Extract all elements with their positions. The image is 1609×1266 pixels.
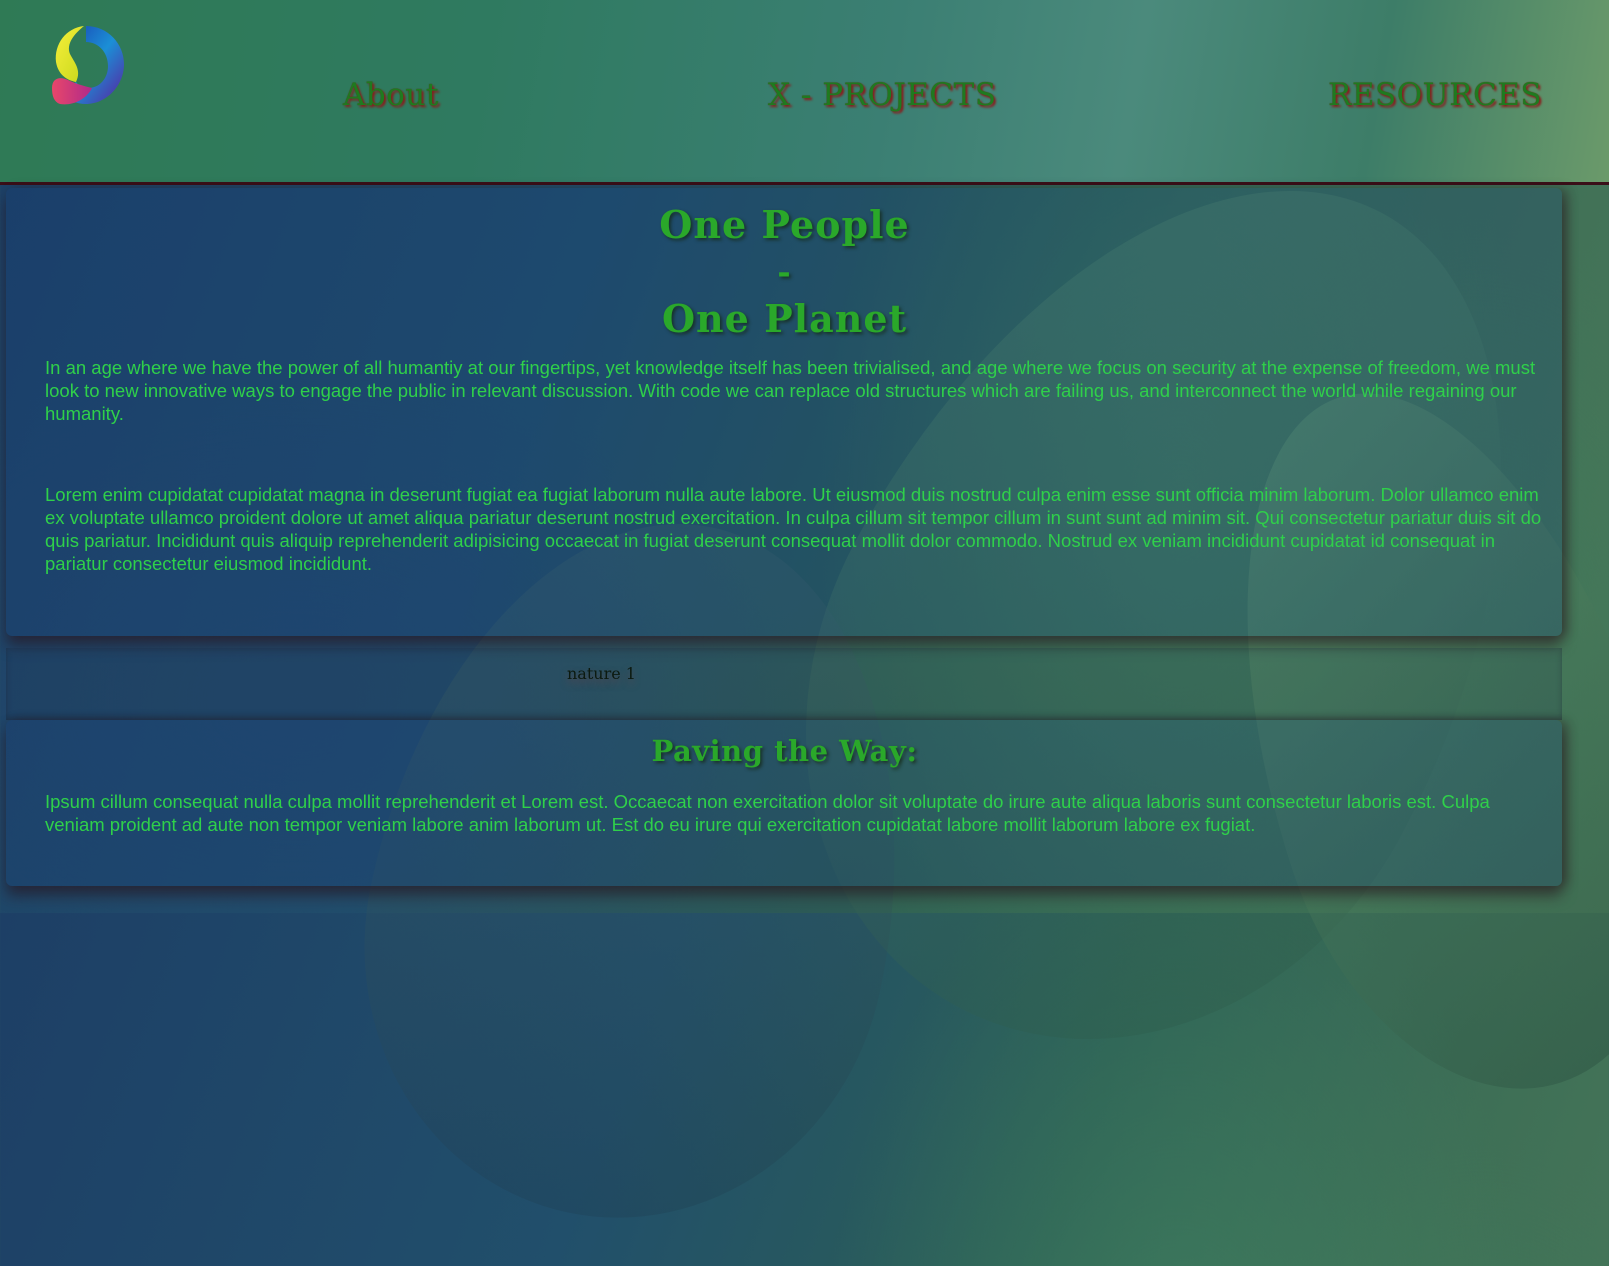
intro-paragraph: In an age where we have the power of all…: [45, 357, 1536, 424]
nav-resources[interactable]: RESOURCES: [1328, 77, 1542, 113]
paving-paragraph: Ipsum cillum consequat nulla culpa molli…: [45, 791, 1490, 835]
hero-title-line-1: One People: [659, 202, 910, 247]
hero-title-separator: -: [777, 253, 792, 291]
image-alt-text: nature 1: [567, 664, 636, 683]
nav-about[interactable]: About: [343, 77, 439, 113]
site-header: About X - PROJECTS RESOURCES: [0, 0, 1609, 185]
nature-image-placeholder: [6, 648, 1562, 720]
section-title: Paving the Way:: [651, 734, 918, 768]
nav-x-projects[interactable]: X - PROJECTS: [768, 77, 997, 113]
hero-title-line-2: One Planet: [661, 296, 908, 341]
lorem-paragraph: Lorem enim cupidatat cupidatat magna in …: [45, 484, 1542, 574]
swirl-logo-icon[interactable]: [46, 22, 126, 106]
